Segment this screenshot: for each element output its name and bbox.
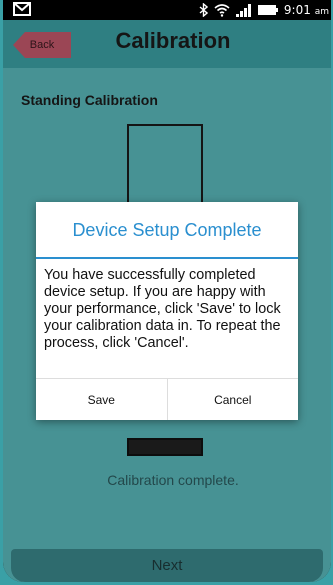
mail-icon [13,2,31,16]
wifi-icon [214,4,230,17]
clock: 9:01 am [284,3,329,17]
dialog-button-bar: Save Cancel [36,378,298,420]
clock-time: 9:01 [283,3,311,17]
dialog-message: You have successfully completed device s… [44,267,281,351]
setup-complete-dialog: Device Setup Complete You have successfu… [36,202,298,420]
device-frame: 9:01 am Back Calibration Standing Calibr… [0,0,333,585]
dialog-title: Device Setup Complete [72,220,262,240]
signal-icon [235,3,251,17]
clock-ampm: am [314,7,329,17]
status-bar: 9:01 am [3,0,331,20]
screen: 9:01 am Back Calibration Standing Calibr… [3,0,331,582]
dialog-divider [36,257,298,259]
save-button[interactable]: Save [36,379,167,420]
battery-icon [257,5,278,15]
bluetooth-icon [199,3,208,17]
cancel-button[interactable]: Cancel [166,379,299,420]
